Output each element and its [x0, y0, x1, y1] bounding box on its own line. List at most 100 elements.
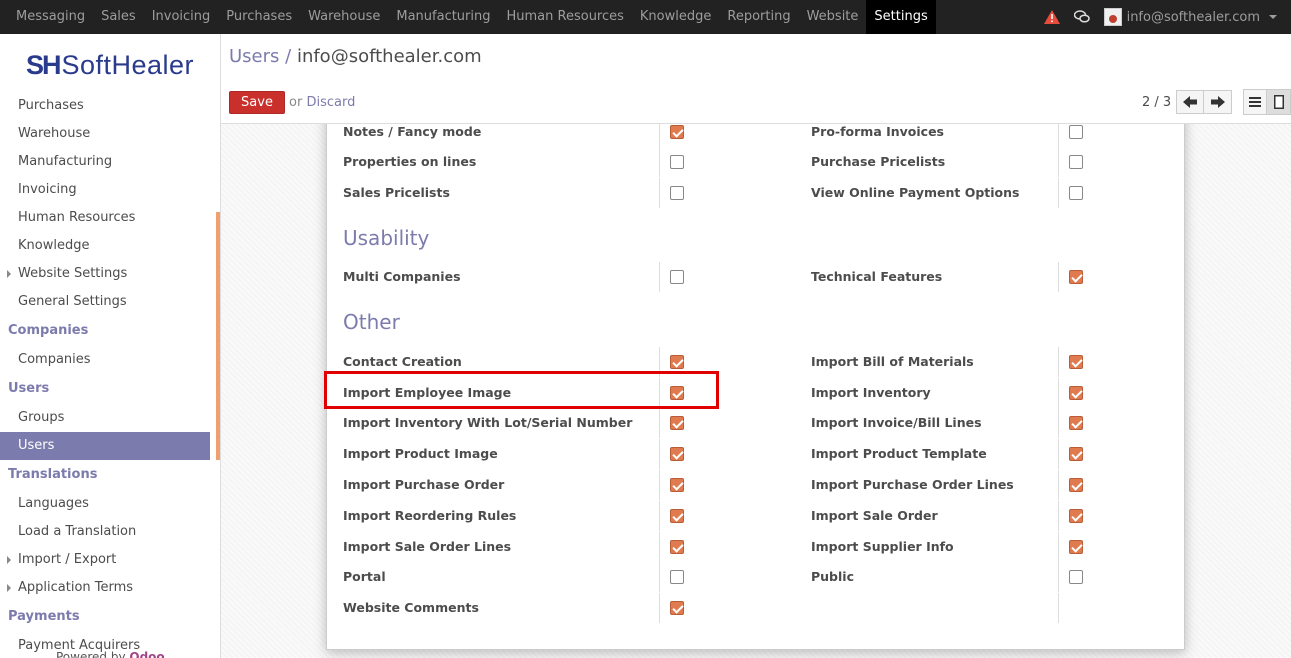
menu-item-messaging[interactable]: Messaging [8, 0, 93, 34]
warning-icon[interactable] [1043, 10, 1060, 24]
menu-item-knowledge[interactable]: Knowledge [632, 0, 719, 34]
field-divider [659, 147, 660, 177]
field-label-sales-pricelists: Sales Pricelists [343, 185, 450, 200]
checkbox-technical-features[interactable] [1069, 270, 1083, 284]
form-row: Multi Companies Technical Features [343, 262, 1173, 292]
checkbox-pro-forma-invoices[interactable] [1069, 125, 1083, 139]
chat-icon[interactable] [1073, 10, 1090, 24]
checkbox-public[interactable] [1069, 570, 1083, 584]
sidebar-item-general-settings[interactable]: General Settings [0, 288, 210, 316]
menu-item-manufacturing[interactable]: Manufacturing [388, 0, 498, 34]
form-view-button[interactable] [1267, 89, 1291, 115]
odoo-link[interactable]: Odoo [129, 650, 164, 658]
form-row: Notes / Fancy mode Pro-forma Invoices [343, 124, 1173, 147]
sidebar-item-invoicing[interactable]: Invoicing [0, 176, 210, 204]
form-icon [1273, 95, 1284, 109]
field-label-contact-creation: Contact Creation [343, 354, 462, 369]
checkbox-sales-pricelists[interactable] [670, 186, 684, 200]
powered-by: Powered by Odoo [56, 650, 165, 658]
menu-item-reporting[interactable]: Reporting [719, 0, 798, 34]
form-sheet: Usability Other Notes / Fancy mode Pro-fo… [326, 124, 1185, 650]
checkbox-import-product-template[interactable] [1069, 447, 1083, 461]
menu-item-purchases[interactable]: Purchases [218, 0, 300, 34]
navbar-right: info@softhealer.com [1043, 0, 1291, 34]
field-label-import-sale-order: Import Sale Order [811, 508, 938, 523]
sidebar: SH SoftHealer Purchases Warehouse Manufact… [0, 34, 221, 658]
field-divider [1058, 178, 1059, 208]
sidebar-item-load-a-translation[interactable]: Load a Translation [0, 518, 210, 546]
list-view-button[interactable] [1243, 89, 1267, 115]
sidebar-item-knowledge[interactable]: Knowledge [0, 232, 210, 260]
field-label-view-online-payment-options: View Online Payment Options [811, 185, 1020, 200]
field-divider [659, 124, 660, 147]
sidebar-item-human-resources[interactable]: Human Resources [0, 204, 210, 232]
sidebar-item-import-export[interactable]: Import / Export [0, 546, 210, 574]
checkbox-import-inventory[interactable] [1069, 386, 1083, 400]
field-label-multi-companies: Multi Companies [343, 269, 461, 284]
checkbox-website-comments[interactable] [670, 601, 684, 615]
checkbox-import-bill-of-materials[interactable] [1069, 355, 1083, 369]
field-label-import-reordering-rules: Import Reordering Rules [343, 508, 517, 523]
logo-mark: SH [25, 49, 61, 80]
checkbox-notes-fancy-mode[interactable] [670, 125, 684, 139]
field-divider [1058, 501, 1059, 531]
checkbox-import-purchase-order[interactable] [670, 478, 684, 492]
checkbox-portal[interactable] [670, 570, 684, 584]
checkbox-import-employee-image[interactable] [670, 386, 684, 400]
field-label-import-purchase-order: Import Purchase Order [343, 477, 505, 492]
field-divider [659, 501, 660, 531]
breadcrumb-users-link[interactable]: Users / [229, 46, 291, 67]
menu-item-warehouse[interactable]: Warehouse [300, 0, 388, 34]
sidebar-section-translations: Translations [8, 467, 98, 482]
sidebar-item-users[interactable]: Users [0, 432, 210, 460]
checkbox-import-sale-order-lines[interactable] [670, 540, 684, 554]
sidebar-item-website-settings[interactable]: Website Settings [0, 260, 210, 288]
sidebar-item-languages[interactable]: Languages [0, 490, 210, 518]
menu-item-settings[interactable]: Settings [866, 0, 936, 34]
form-row: Portal Public [343, 562, 1173, 592]
field-divider [1058, 147, 1059, 177]
checkbox-import-inventory-with-lot-serial-number[interactable] [670, 416, 684, 430]
menu-item-invoicing[interactable]: Invoicing [144, 0, 219, 34]
chevron-down-icon [1269, 15, 1277, 19]
sidebar-item-groups[interactable]: Groups [0, 404, 210, 432]
sidebar-scrollbar[interactable] [216, 212, 220, 460]
checkbox-import-supplier-info[interactable] [1069, 540, 1083, 554]
sidebar-item-purchases[interactable]: Purchases [0, 92, 210, 120]
menu-item-website[interactable]: Website [799, 0, 867, 34]
pager-next-button[interactable] [1204, 90, 1232, 114]
sidebar-item-application-terms[interactable]: Application Terms [0, 574, 210, 602]
menu-item-sales[interactable]: Sales [93, 0, 144, 34]
form-row: Import Employee Image Import Inventory [343, 378, 1173, 408]
checkbox-import-product-image[interactable] [670, 447, 684, 461]
checkbox-import-purchase-order-lines[interactable] [1069, 478, 1083, 492]
checkbox-import-invoice-bill-lines[interactable] [1069, 416, 1083, 430]
checkbox-multi-companies[interactable] [670, 270, 684, 284]
sidebar-item-manufacturing[interactable]: Manufacturing [0, 148, 210, 176]
form-row: Sales Pricelists View Online Payment Opti… [343, 178, 1173, 208]
checkbox-purchase-pricelists[interactable] [1069, 155, 1083, 169]
field-divider [1058, 378, 1059, 408]
discard-button[interactable]: Discard [306, 95, 355, 110]
checkbox-import-reordering-rules[interactable] [670, 509, 684, 523]
checkbox-view-online-payment-options[interactable] [1069, 186, 1083, 200]
field-divider [659, 470, 660, 500]
pager-previous-button[interactable] [1176, 90, 1204, 114]
sidebar-item-companies[interactable]: Companies [0, 346, 210, 374]
field-divider [1058, 439, 1059, 469]
sidebar-item-warehouse[interactable]: Warehouse [0, 120, 210, 148]
section-title-other: Other [343, 310, 400, 334]
arrow-right-icon [1210, 96, 1225, 108]
checkbox-properties-on-lines[interactable] [670, 155, 684, 169]
user-menu[interactable]: info@softhealer.com [1103, 8, 1277, 26]
field-label-import-invoice-bill-lines: Import Invoice/Bill Lines [811, 415, 982, 430]
sidebar-nav: Purchases Warehouse Manufacturing Invoicing… [0, 92, 220, 658]
company-logo[interactable]: SH SoftHealer [0, 34, 220, 92]
form-row: Import Reordering Rules Import Sale Order [343, 501, 1173, 531]
field-label-purchase-pricelists: Purchase Pricelists [811, 154, 946, 169]
save-button[interactable]: Save [229, 91, 285, 114]
field-divider [659, 262, 660, 292]
checkbox-import-sale-order[interactable] [1069, 509, 1083, 523]
checkbox-contact-creation[interactable] [670, 355, 684, 369]
menu-item-human-resources[interactable]: Human Resources [499, 0, 632, 34]
